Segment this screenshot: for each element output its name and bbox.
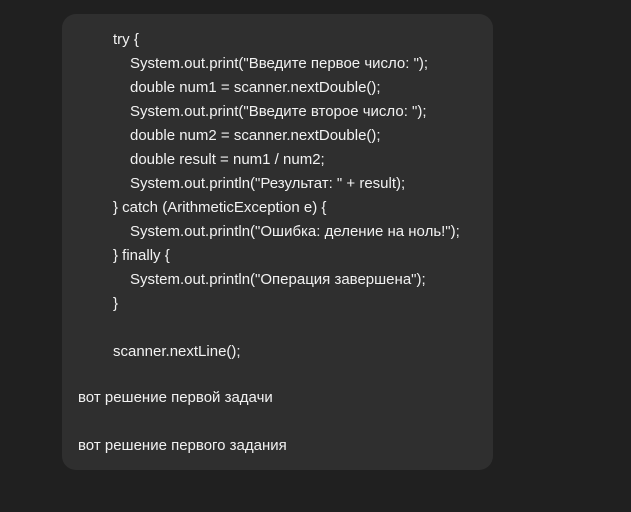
code-line: } finally { (113, 247, 170, 264)
code-line: scanner.nextLine(); (113, 343, 241, 360)
code-line: System.out.println("Результат: " + resul… (130, 175, 406, 192)
code-line: System.out.println("Ошибка: деление на н… (130, 223, 460, 240)
code-line: double num1 = scanner.nextDouble(); (130, 79, 381, 96)
message-text-first-assignment: вот решение первого задания (78, 437, 287, 454)
code-block: try { System.out.print("Введите первое ч… (113, 28, 460, 364)
message-text-first-task: вот решение первой задачи (78, 389, 273, 406)
code-line: try { (113, 31, 139, 48)
code-line: } catch (ArithmeticException e) { (113, 199, 327, 216)
code-line: System.out.print("Введите второе число: … (130, 103, 427, 120)
code-line: double num2 = scanner.nextDouble(); (130, 127, 381, 144)
code-line: } (113, 295, 119, 312)
chat-message-bubble: try { System.out.print("Введите первое ч… (62, 14, 493, 470)
code-line: double result = num1 / num2; (130, 151, 325, 168)
code-line: System.out.print("Введите первое число: … (130, 55, 429, 72)
code-line: System.out.println("Операция завершена")… (130, 271, 426, 288)
